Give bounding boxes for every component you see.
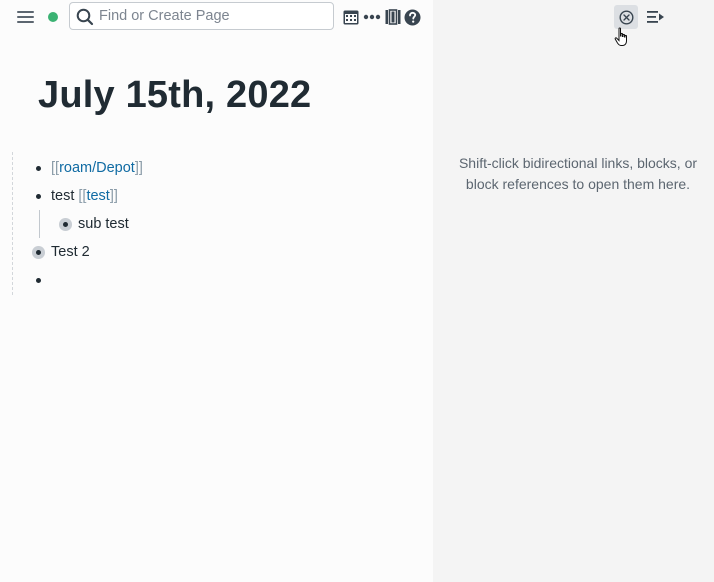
page-link-roam-depot[interactable]: roam/Depot	[59, 160, 135, 176]
block-item[interactable]: test [[test]]	[36, 184, 118, 208]
block-item[interactable]: [[roam/Depot]]	[36, 156, 143, 180]
block-indent-guide	[12, 152, 13, 295]
block-text: sub test	[78, 216, 129, 232]
block-item[interactable]: Test 2	[36, 240, 90, 264]
sidebar-empty-hint: Shift-click bidirectional links, blocks,…	[458, 155, 698, 192]
hand-pointer-cursor-icon	[614, 27, 630, 47]
link-open-bracket: [[	[51, 160, 60, 176]
search-icon	[76, 8, 94, 26]
top-bar	[0, 0, 433, 34]
block-bullet[interactable]	[36, 165, 41, 171]
link-close-bracket: ]]	[134, 160, 143, 176]
search-input[interactable]	[99, 6, 327, 26]
block-text: test	[51, 188, 79, 204]
search-box[interactable]	[69, 2, 334, 30]
block-text: Test 2	[51, 244, 90, 260]
empty-block-item[interactable]	[36, 268, 51, 292]
child-indent-guide	[39, 210, 40, 238]
sync-status-dot	[48, 12, 58, 22]
link-close-bracket: ]]	[109, 188, 118, 204]
ellipsis-icon[interactable]	[362, 8, 382, 26]
block-item[interactable]: sub test	[63, 212, 129, 236]
block-bullet[interactable]	[36, 277, 41, 283]
collapse-sidebar-icon[interactable]	[646, 8, 666, 26]
block-bullet[interactable]	[36, 193, 41, 199]
page-title[interactable]: July 15th, 2022	[38, 74, 311, 117]
collapsed-block-bullet[interactable]	[36, 249, 41, 255]
collapsed-block-bullet[interactable]	[63, 221, 68, 227]
page-link-test[interactable]: test	[86, 188, 109, 204]
help-circle-icon[interactable]	[403, 8, 421, 26]
right-sidebar	[433, 0, 714, 582]
hamburger-menu-icon[interactable]	[15, 8, 35, 26]
close-circle-icon[interactable]	[614, 5, 638, 29]
link-open-bracket: [[	[78, 188, 87, 204]
columns-icon[interactable]	[384, 8, 402, 26]
roam-app: July 15th, 2022 [[roam/Depot]] test [[te…	[0, 0, 714, 582]
calendar-icon[interactable]	[342, 8, 360, 26]
main-pane: July 15th, 2022 [[roam/Depot]] test [[te…	[0, 0, 433, 582]
